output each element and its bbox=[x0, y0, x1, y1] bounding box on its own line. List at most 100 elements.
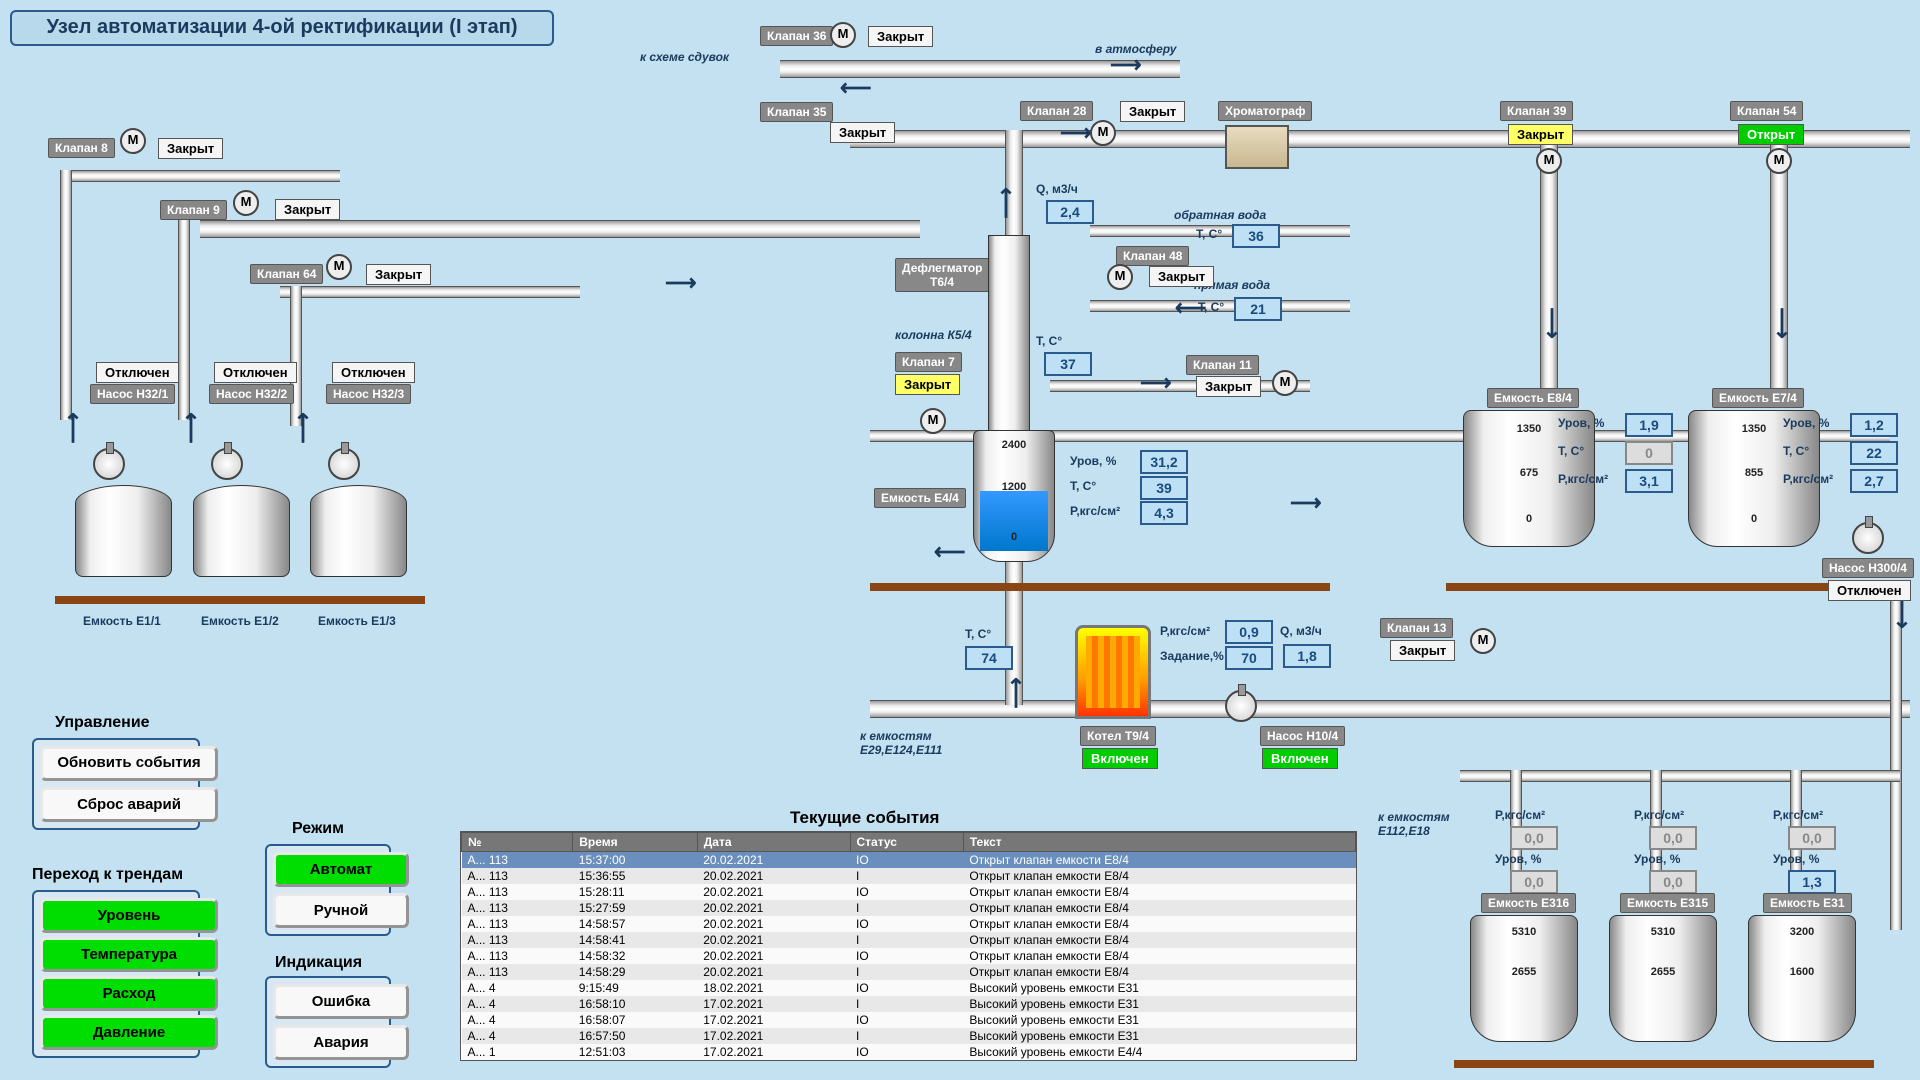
ind-error-button[interactable]: Ошибка bbox=[273, 984, 409, 1019]
valve-status[interactable]: Закрыт bbox=[1149, 266, 1214, 287]
table-row[interactable]: A... 11315:27:5920.02.2021IОткрыт клапан… bbox=[462, 900, 1356, 916]
vessel-icon: 2400 1200 0 bbox=[973, 430, 1055, 562]
valve-tag: Клапан 48 bbox=[1116, 246, 1189, 266]
tank-label: Емкость Е1/2 bbox=[201, 614, 279, 628]
valve-status[interactable]: Закрыт bbox=[366, 264, 431, 285]
events-col-header[interactable]: Статус bbox=[850, 833, 963, 852]
tank-label: Емкость Е1/3 bbox=[318, 614, 396, 628]
table-row[interactable]: A... 11314:58:3220.02.2021IOОткрыт клапа… bbox=[462, 948, 1356, 964]
mode-manual-button[interactable]: Ручной bbox=[273, 893, 409, 928]
floor bbox=[1454, 1060, 1874, 1068]
scale-label: 2400 bbox=[974, 439, 1054, 451]
reading-value: 31,2 bbox=[1140, 450, 1188, 474]
reading-value: 0,9 bbox=[1225, 620, 1273, 644]
scale-label: 5310 bbox=[1610, 926, 1716, 938]
label: колонна К5/4 bbox=[895, 328, 972, 342]
valve-status[interactable]: Закрыт bbox=[1508, 124, 1573, 145]
pump-status[interactable]: Включен bbox=[1262, 748, 1338, 769]
motor-icon: M bbox=[1536, 148, 1562, 174]
label: T, C° bbox=[1198, 300, 1224, 314]
valve-status[interactable]: Закрыт bbox=[1120, 101, 1185, 122]
mode-auto-button[interactable]: Автомат bbox=[273, 852, 409, 887]
label: Уров, % bbox=[1773, 852, 1819, 866]
events-col-header[interactable]: Время bbox=[573, 833, 697, 852]
valve-status[interactable]: Закрыт bbox=[158, 138, 223, 159]
valve-tag: Клапан 7 bbox=[895, 352, 962, 372]
section-title: Управление bbox=[55, 714, 150, 732]
table-row[interactable]: A... 112:51:0317.02.2021IOВысокий уровен… bbox=[462, 1044, 1356, 1060]
label: к схеме сдувок bbox=[640, 50, 729, 64]
valve-status[interactable]: Открыт bbox=[1738, 124, 1804, 145]
pipe bbox=[200, 220, 920, 238]
table-row[interactable]: A... 11315:36:5520.02.2021IОткрыт клапан… bbox=[462, 868, 1356, 884]
label: Уров, % bbox=[1558, 416, 1604, 430]
valve-tag: Клапан 39 bbox=[1500, 101, 1573, 121]
valve-status[interactable]: Закрыт bbox=[895, 374, 960, 395]
motor-icon: M bbox=[1090, 120, 1116, 146]
motor-icon: M bbox=[830, 22, 856, 48]
table-row[interactable]: A... 11314:58:4120.02.2021IОткрыт клапан… bbox=[462, 932, 1356, 948]
pump-tag: Насос Н32/1 bbox=[90, 384, 175, 404]
motor-icon: M bbox=[1470, 628, 1496, 654]
trend-flow-button[interactable]: Расход bbox=[40, 976, 218, 1011]
ind-alarm-button[interactable]: Авария bbox=[273, 1025, 409, 1060]
scale-label: 1200 bbox=[974, 481, 1054, 493]
motor-icon: M bbox=[326, 254, 352, 280]
flow-arrow-icon: ⟵ bbox=[178, 412, 204, 444]
trend-press-button[interactable]: Давление bbox=[40, 1015, 218, 1050]
events-table[interactable]: №ВремяДатаСтатусТекстA... 11315:37:0020.… bbox=[461, 832, 1356, 1060]
valve-tag: Клапан 28 bbox=[1020, 101, 1093, 121]
flow-arrow-icon: ⟶ bbox=[1060, 120, 1092, 146]
table-row[interactable]: A... 416:57:5017.02.2021IВысокий уровень… bbox=[462, 1028, 1356, 1044]
trend-temp-button[interactable]: Температура bbox=[40, 937, 218, 972]
chromatograph-icon bbox=[1225, 125, 1289, 169]
valve-status[interactable]: Закрыт bbox=[275, 199, 340, 220]
reading-value: 39 bbox=[1140, 476, 1188, 500]
valve-tag: Клапан 9 bbox=[160, 200, 227, 220]
boiler-status[interactable]: Включен bbox=[1082, 748, 1158, 769]
tank-tag: Емкость Е4/4 bbox=[874, 488, 966, 508]
events-col-header[interactable]: Дата bbox=[697, 833, 850, 852]
events-col-header[interactable]: Текст bbox=[963, 833, 1355, 852]
valve-status[interactable]: Закрыт bbox=[1196, 376, 1261, 397]
pump-tag: Насос Н32/3 bbox=[326, 384, 411, 404]
valve-status[interactable]: Закрыт bbox=[830, 122, 895, 143]
flow-arrow-icon: ⟵ bbox=[934, 539, 966, 565]
pump-status[interactable]: Отключен bbox=[96, 362, 179, 383]
table-row[interactable]: A... 416:58:1017.02.2021IВысокий уровень… bbox=[462, 996, 1356, 1012]
table-row[interactable]: A... 11315:37:0020.02.2021IOОткрыт клапа… bbox=[462, 852, 1356, 869]
tank-label: Емкость Е1/1 bbox=[83, 614, 161, 628]
label: T, C° bbox=[965, 627, 991, 641]
flow-arrow-icon: ⟵ bbox=[290, 412, 316, 444]
reading-value: 22 bbox=[1850, 441, 1898, 465]
reading-value: 1,2 bbox=[1850, 413, 1898, 437]
events-col-header[interactable]: № bbox=[462, 833, 573, 852]
pump-status[interactable]: Отключен bbox=[214, 362, 297, 383]
valve-tag: Клапан 13 bbox=[1380, 618, 1453, 638]
tank-tag: Емкость Е315 bbox=[1620, 893, 1715, 913]
valve-status[interactable]: Закрыт bbox=[868, 26, 933, 47]
valve-tag: Клапан 8 bbox=[48, 138, 115, 158]
table-row[interactable]: A... 11314:58:5720.02.2021IOОткрыт клапа… bbox=[462, 916, 1356, 932]
flow-arrow-icon: ⟵ bbox=[993, 187, 1019, 219]
pump-icon bbox=[211, 448, 243, 480]
label: обратная вода bbox=[1174, 208, 1266, 222]
table-row[interactable]: A... 11315:28:1120.02.2021IOОткрыт клапа… bbox=[462, 884, 1356, 900]
label: Р,кгс/см² bbox=[1495, 808, 1545, 822]
pump-status[interactable]: Отключен bbox=[332, 362, 415, 383]
label: Задание,% bbox=[1160, 649, 1224, 663]
refresh-events-button[interactable]: Обновить события bbox=[40, 746, 218, 781]
reset-alarms-button[interactable]: Сброс аварий bbox=[40, 787, 218, 822]
scale-label: 0 bbox=[974, 531, 1054, 543]
pump-status[interactable]: Отключен bbox=[1828, 580, 1911, 601]
motor-icon: M bbox=[1107, 264, 1133, 290]
trend-level-button[interactable]: Уровень bbox=[40, 898, 218, 933]
reading-value: 1,9 bbox=[1625, 413, 1673, 437]
table-row[interactable]: A... 416:58:0717.02.2021IOВысокий уровен… bbox=[462, 1012, 1356, 1028]
label: Уров, % bbox=[1495, 852, 1541, 866]
valve-status[interactable]: Закрыт bbox=[1390, 640, 1455, 661]
table-row[interactable]: A... 11314:58:2920.02.2021IОткрыт клапан… bbox=[462, 964, 1356, 980]
motor-icon: M bbox=[1272, 370, 1298, 396]
label: Р,кгс/см² bbox=[1070, 504, 1120, 518]
table-row[interactable]: A... 49:15:4918.02.2021IOВысокий уровень… bbox=[462, 980, 1356, 996]
